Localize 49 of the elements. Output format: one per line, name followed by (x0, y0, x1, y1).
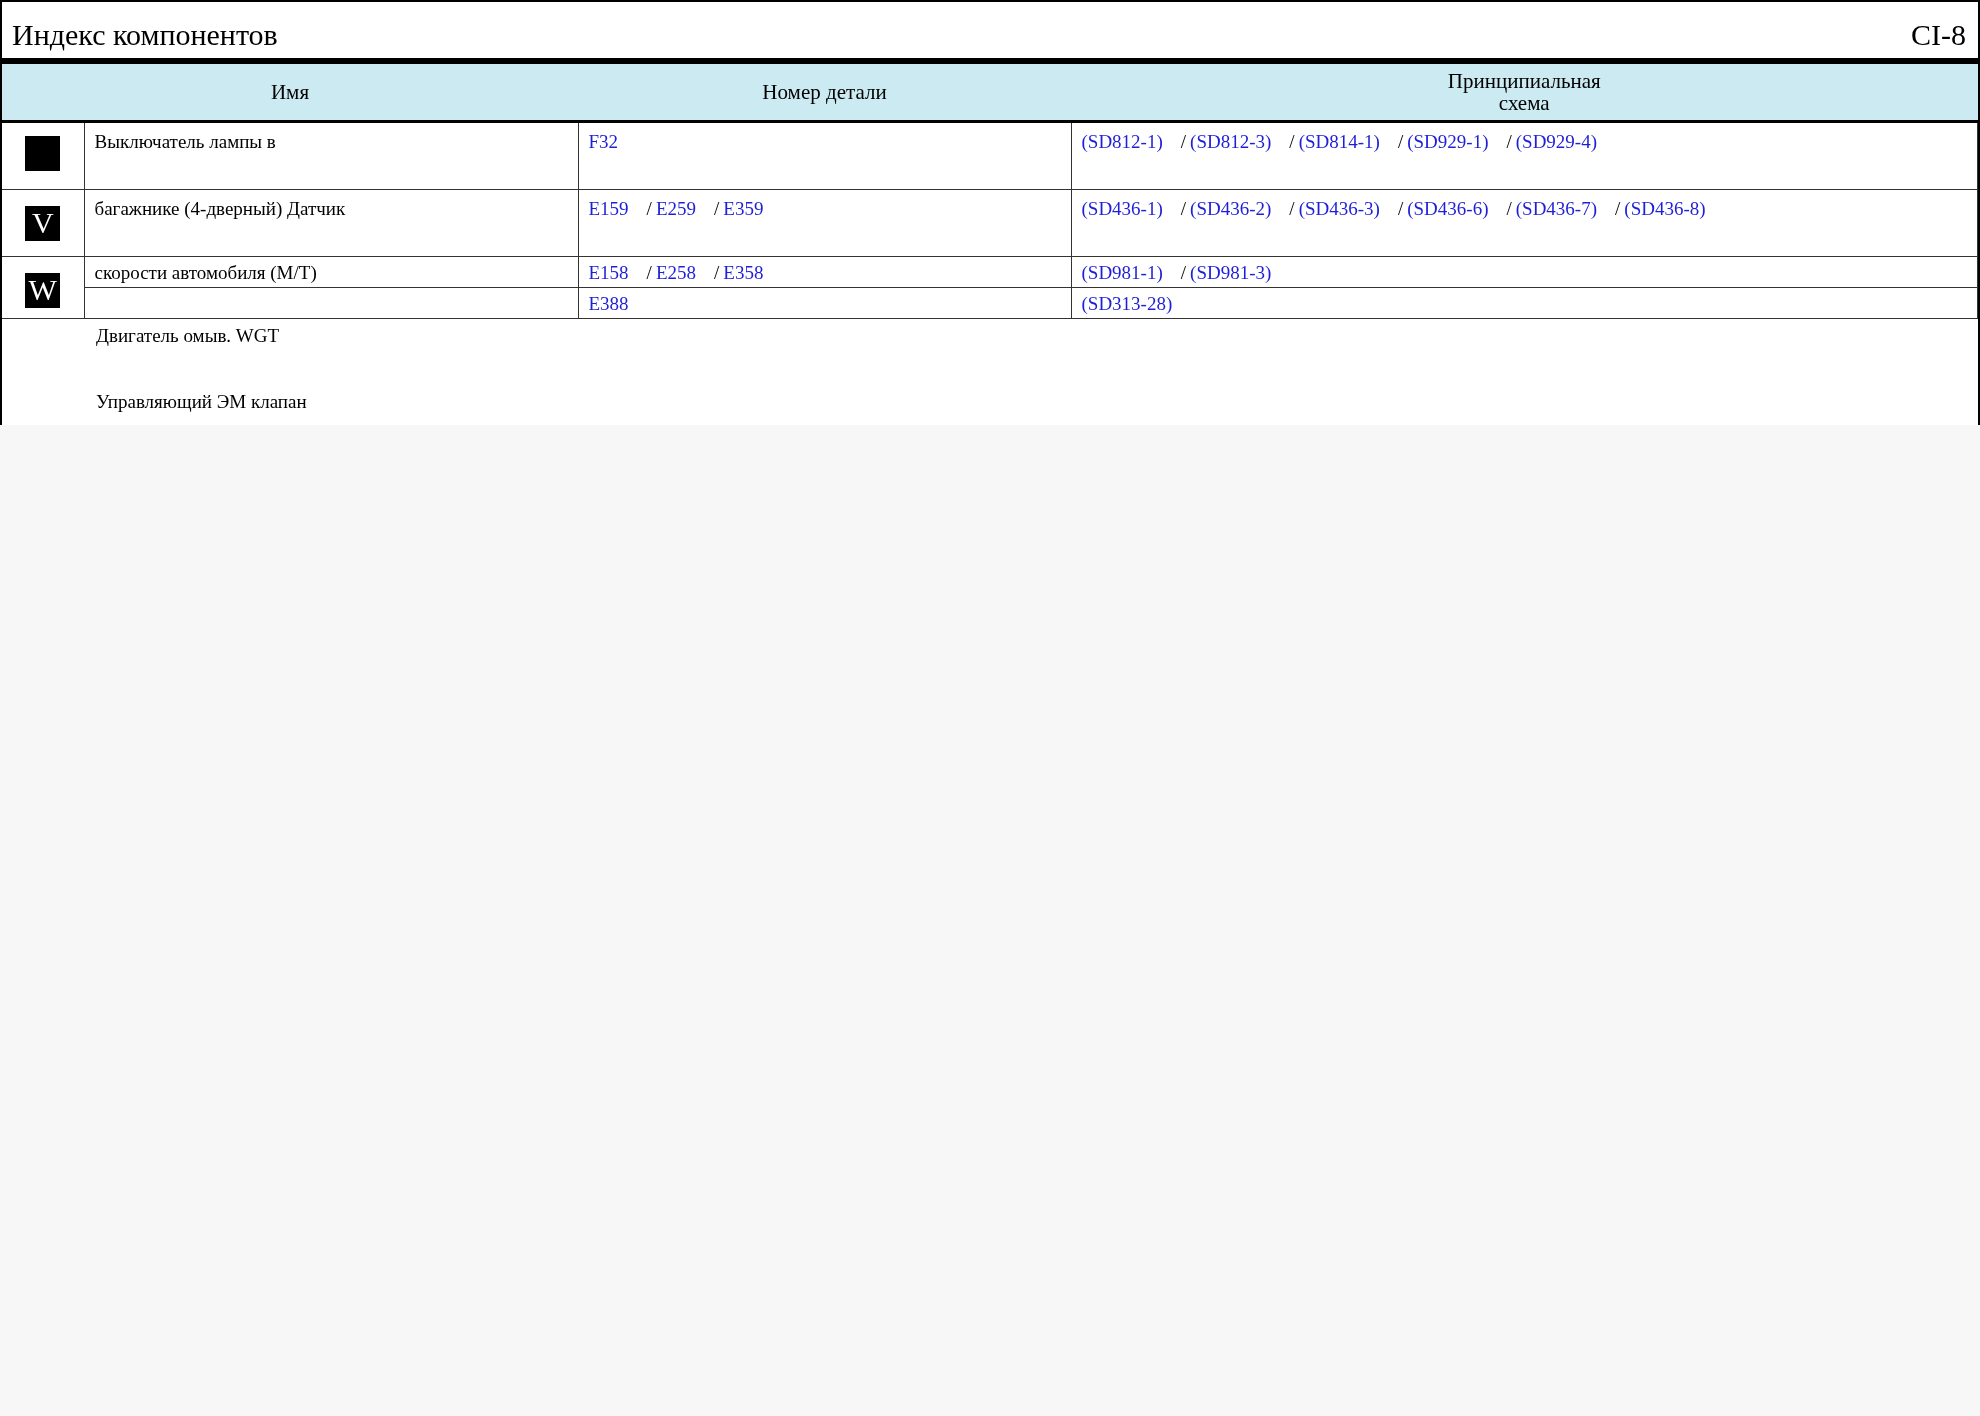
diagram-link[interactable]: (SD812-3) (1190, 131, 1272, 152)
separator: / (1615, 198, 1621, 219)
part-link[interactable]: E259 (655, 198, 696, 219)
separator: / (1289, 198, 1295, 219)
part-link[interactable]: E359 (723, 198, 764, 219)
component-name: Выключатель лампы в (94, 131, 276, 152)
part-link[interactable]: E258 (655, 262, 696, 283)
separator: / (1397, 131, 1404, 152)
separator: / (1506, 198, 1512, 219)
diagram-link[interactable]: (SD981-3) (1190, 262, 1272, 283)
column-header: Имя (270, 81, 310, 103)
part-link[interactable]: F32 (588, 131, 619, 152)
separator: / (714, 198, 720, 219)
diagram-link[interactable]: (SD814-1) (1298, 131, 1380, 152)
page-title: Индекс компонентов (12, 20, 278, 53)
part-link[interactable]: E158 (588, 262, 629, 283)
column-header: Принципиальная схема (1446, 70, 1602, 114)
separator: / (646, 198, 652, 219)
separator: / (1289, 131, 1295, 152)
diagram-link[interactable]: (SD812-1) (1081, 131, 1163, 152)
separator: / (714, 262, 720, 283)
section-letter: V (25, 205, 61, 241)
diagram-link[interactable]: (SD436-1) (1081, 198, 1163, 219)
diagram-link[interactable]: (SD436-2) (1190, 198, 1272, 219)
separator: / (1397, 198, 1404, 219)
diagram-link[interactable]: (SD981-1) (1081, 262, 1163, 283)
page-code: CI-8 (1911, 20, 1966, 53)
square-icon (25, 136, 61, 171)
separator: / (1180, 131, 1187, 152)
diagram-link[interactable]: (SD436-8) (1624, 198, 1706, 219)
column-header: Номер детали (762, 81, 887, 103)
component-name: скорости автомобиля (M/T) (94, 262, 317, 283)
diagram-link[interactable]: (SD436-6) (1407, 198, 1489, 219)
separator: / (1506, 131, 1512, 152)
diagram-link[interactable]: (SD313-28) (1081, 293, 1173, 314)
section-letter: W (25, 272, 61, 308)
diagram-link[interactable]: (SD929-4) (1515, 131, 1598, 152)
component-name: багажнике (4-дверный) Датчик (94, 198, 346, 219)
separator: / (1180, 262, 1187, 283)
diagram-link[interactable]: (SD929-1) (1407, 131, 1489, 152)
part-link[interactable]: E388 (588, 293, 629, 314)
separator: / (646, 262, 652, 283)
part-link[interactable]: E358 (723, 262, 764, 283)
diagram-link[interactable]: (SD436-3) (1298, 198, 1380, 219)
separator: / (1180, 198, 1187, 219)
component-name: Двигатель омыв. WGT (96, 325, 280, 346)
component-name: Управляющий ЭМ клапан (96, 391, 307, 412)
part-link[interactable]: E159 (588, 198, 629, 219)
diagram-link[interactable]: (SD436-7) (1515, 198, 1598, 219)
